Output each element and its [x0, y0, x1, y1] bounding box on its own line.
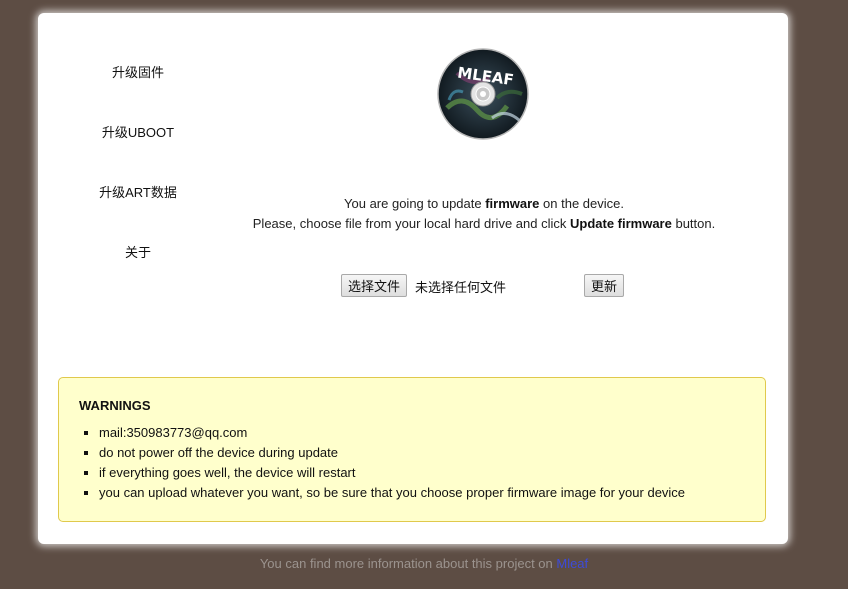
- footer-link-mleaf[interactable]: Mleaf: [556, 556, 588, 571]
- sidebar-nav: 升级固件 升级UBOOT 升级ART数据 关于: [78, 63, 198, 303]
- info-line-1: You are going to update firmware on the …: [344, 196, 624, 211]
- warnings-box: WARNINGS mail:350983773@qq.com do not po…: [58, 377, 766, 522]
- info-firmware-bold: firmware: [485, 196, 540, 211]
- warnings-title: WARNINGS: [79, 398, 151, 413]
- upload-form: 选择文件 未选择任何文件 更新: [341, 274, 641, 298]
- warning-item: if everything goes well, the device will…: [99, 463, 685, 483]
- nav-item-about: 关于: [78, 243, 198, 303]
- footer: You can find more information about this…: [0, 556, 848, 571]
- nav-item-firmware: 升级固件: [78, 63, 198, 123]
- nav-link-art[interactable]: 升级ART数据: [99, 185, 177, 200]
- nav-link-firmware[interactable]: 升级固件: [112, 65, 164, 80]
- nav-link-uboot[interactable]: 升级UBOOT: [102, 125, 174, 140]
- update-button[interactable]: 更新: [584, 274, 625, 297]
- footer-text: You can find more information about this…: [259, 556, 557, 571]
- update-info: You are going to update firmware on the …: [228, 194, 740, 234]
- main-card: 升级固件 升级UBOOT 升级ART数据 关于 MLEAF You are go…: [38, 13, 788, 544]
- warning-item: do not power off the device during updat…: [99, 443, 685, 463]
- info-line-2: Please, choose file from your local hard…: [252, 216, 716, 231]
- warnings-list: mail:350983773@qq.com do not power off t…: [79, 423, 685, 503]
- nav-item-uboot: 升级UBOOT: [78, 123, 198, 183]
- nav-link-about[interactable]: 关于: [125, 245, 151, 260]
- warning-item: mail:350983773@qq.com: [99, 423, 685, 443]
- warning-item: you can upload whatever you want, so be …: [99, 483, 685, 503]
- nav-item-art: 升级ART数据: [78, 183, 198, 243]
- choose-file-button[interactable]: 选择文件: [341, 274, 408, 297]
- info-update-firmware-bold: Update firmware: [569, 216, 672, 231]
- mleaf-disc-logo: MLEAF: [437, 48, 529, 140]
- file-status-text: 未选择任何文件: [415, 281, 507, 296]
